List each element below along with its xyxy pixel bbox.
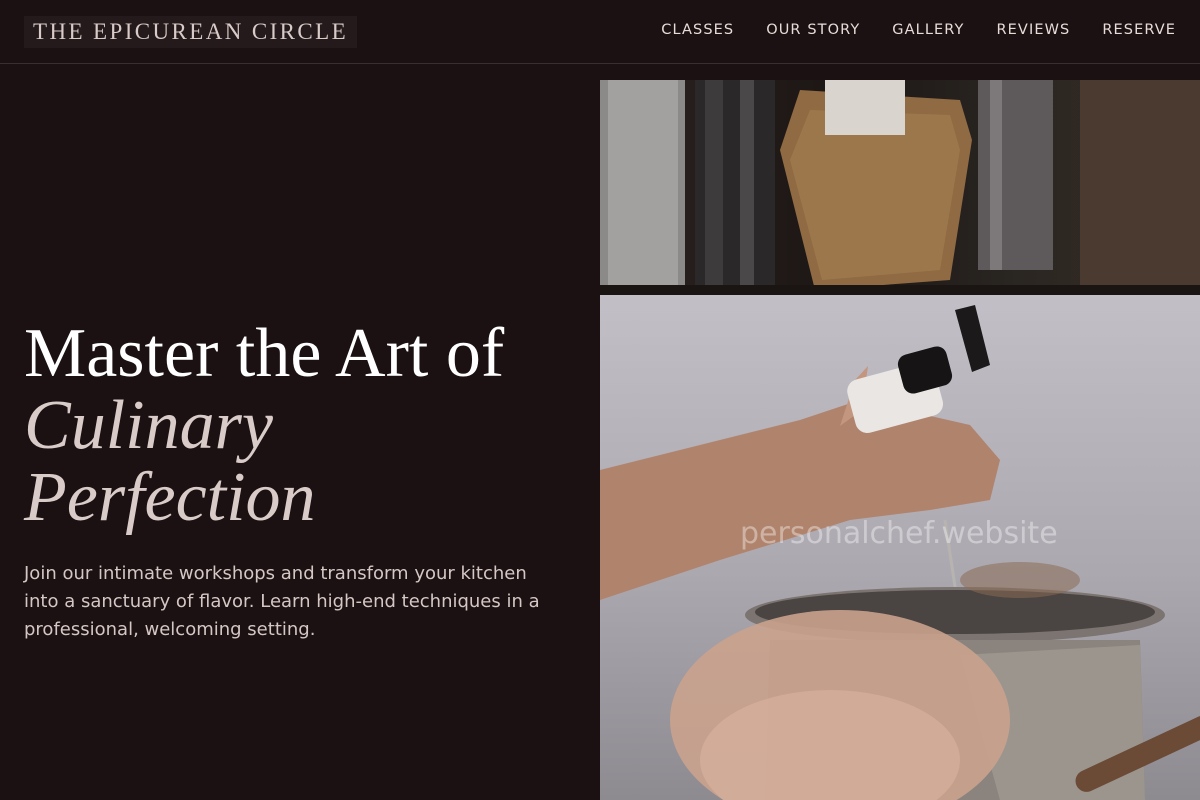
nav-link-our-story[interactable]: OUR STORY [766,20,860,40]
brand-logo[interactable]: THE EPICUREAN CIRCLE [24,16,358,48]
hero-image: personalchef.website [600,80,1200,800]
nav-link-reviews[interactable]: REVIEWS [996,20,1070,40]
hero-title-line1: Master the Art of [24,315,505,392]
hero-title: Master the Art of Culinary Perfection [24,318,584,534]
hero-description: Join our intimate workshops and transfor… [24,563,540,640]
site-header: THE EPICUREAN CIRCLE CLASSES OUR STORY G… [0,0,1200,64]
hero-title-accent-line2: Perfection [24,459,316,536]
main-nav: CLASSES OUR STORY GALLERY REVIEWS RESERV… [661,20,1176,40]
nav-link-classes[interactable]: CLASSES [661,20,734,40]
nav-link-gallery[interactable]: GALLERY [892,20,964,40]
page: THE EPICUREAN CIRCLE CLASSES OUR STORY G… [0,0,1200,800]
hero-title-accent-line1: Culinary [24,387,273,464]
image-watermark: personalchef.website [740,516,1058,551]
nav-link-reserve[interactable]: RESERVE [1102,20,1176,40]
cooking-scene-illustration [600,80,1200,800]
